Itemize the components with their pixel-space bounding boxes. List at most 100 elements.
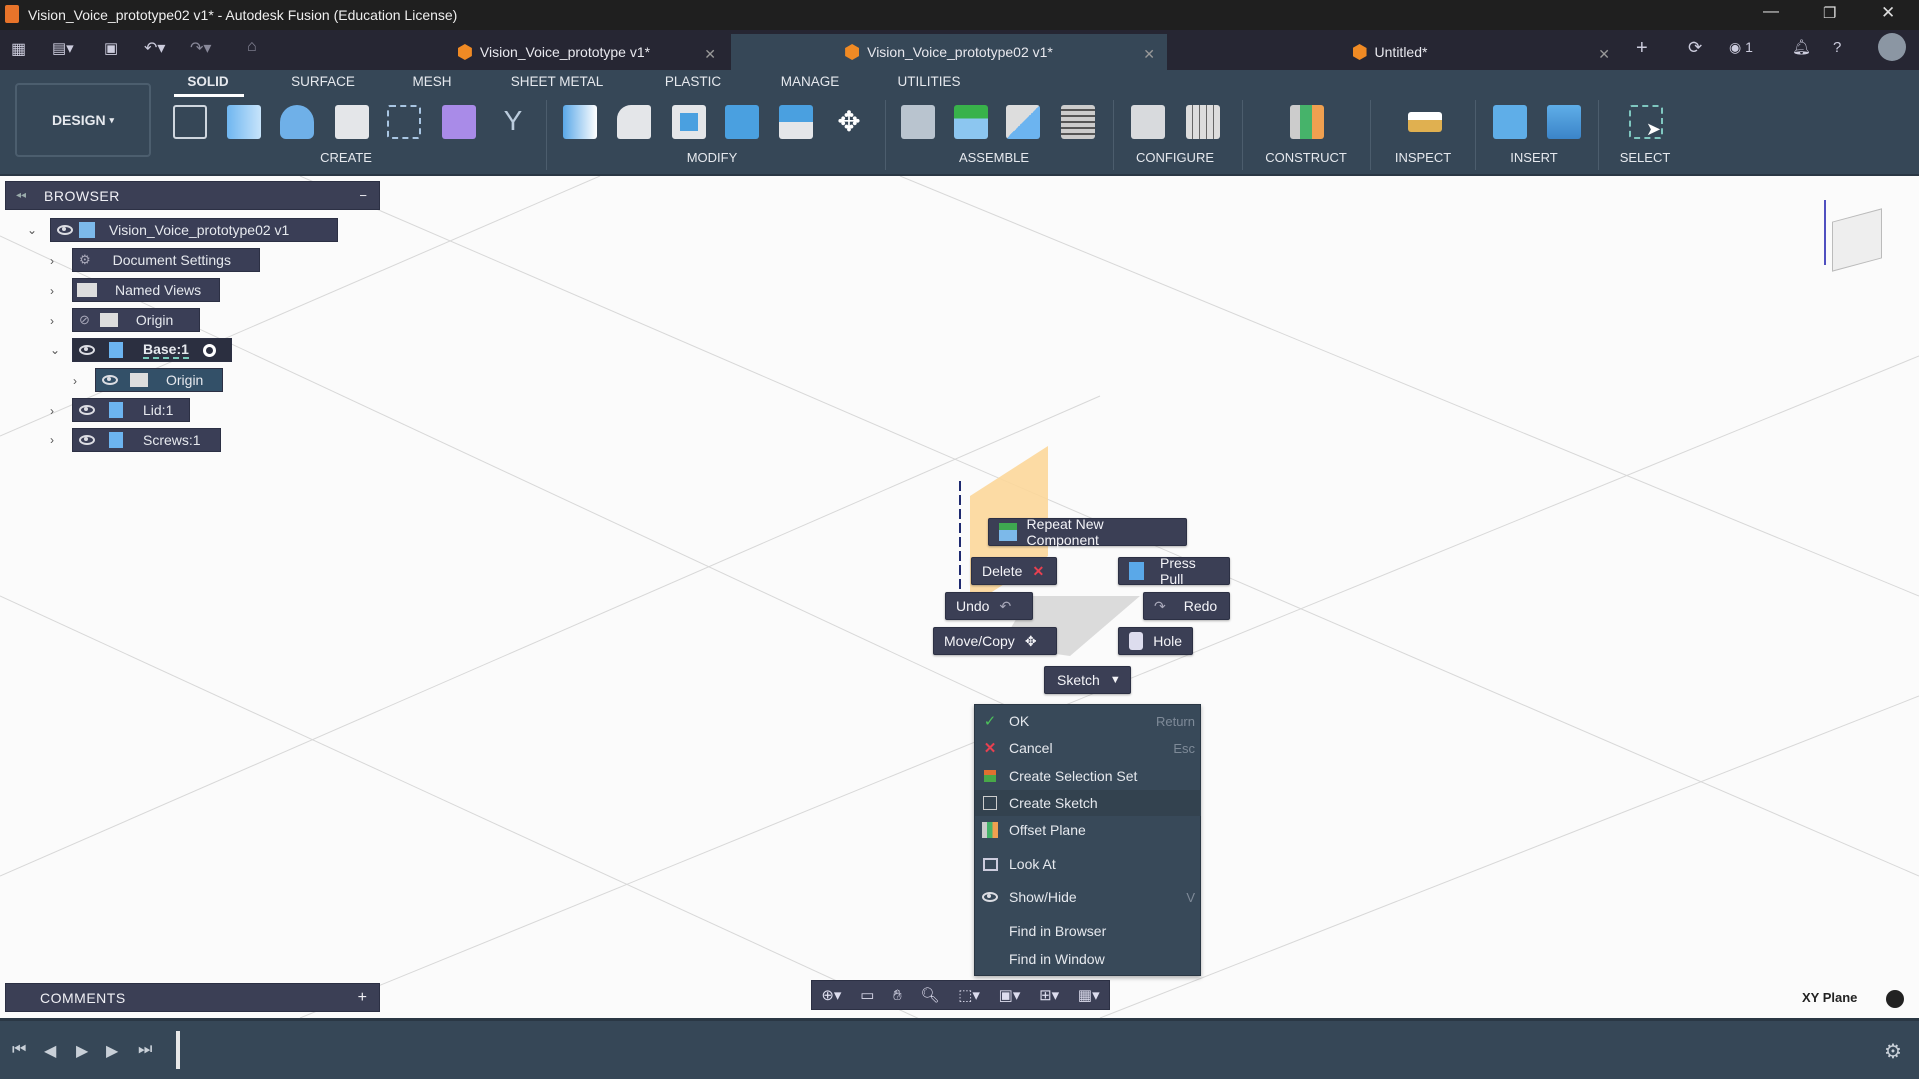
grid-icon[interactable]: ⊞▾ [1039, 986, 1059, 1004]
create-sketch-icon[interactable] [173, 105, 207, 139]
move-icon[interactable]: ✥ [832, 105, 866, 139]
joint-icon[interactable]: Y [496, 105, 530, 139]
view-cube[interactable] [1822, 200, 1892, 280]
zoom-icon[interactable]: 🔍︎ [920, 986, 939, 1004]
hole-icon[interactable] [335, 105, 369, 139]
expand-arrow-icon[interactable]: › [73, 374, 77, 388]
redo-button[interactable]: ↷ Redo [1143, 592, 1230, 620]
orbit-icon[interactable]: ⊕▾ [821, 986, 841, 1004]
tab-manage[interactable]: MANAGE [781, 74, 840, 89]
minimize-browser-icon[interactable]: − [359, 188, 367, 203]
collapse-arrow-icon[interactable]: ⌄ [50, 343, 60, 357]
eye-icon[interactable] [79, 405, 95, 415]
activate-radio-icon[interactable] [202, 343, 216, 357]
expand-arrow-icon[interactable]: › [50, 433, 54, 447]
close-button[interactable]: ✕ [1881, 3, 1895, 23]
tab-plastic[interactable]: PLASTIC [665, 74, 721, 89]
minimize-button[interactable]: — [1763, 3, 1779, 21]
browser-item-base[interactable]: Base:1 [72, 338, 232, 362]
add-comment-icon[interactable]: + [358, 989, 367, 1007]
assemble-menu[interactable]: ASSEMBLE [959, 150, 1029, 165]
modify-menu[interactable]: MODIFY [687, 150, 738, 165]
eye-icon[interactable] [102, 375, 118, 385]
workspace-switcher[interactable]: DESIGN ▾ [15, 83, 151, 157]
inspect-menu[interactable]: INSPECT [1395, 150, 1451, 165]
undo-icon[interactable]: ↶▾ [144, 38, 165, 58]
move-copy-button[interactable]: Move/Copy ✥ [933, 627, 1057, 655]
notifications-icon[interactable]: 🔔︎ [1792, 38, 1811, 56]
close-tab-icon[interactable]: ✕ [1143, 46, 1155, 63]
document-tab-1[interactable]: Vision_Voice_prototype v1* ✕ [380, 34, 728, 70]
display-settings-icon[interactable]: ▣▾ [999, 986, 1021, 1004]
play-icon[interactable]: ▶︎ [76, 1041, 88, 1061]
construct-menu[interactable]: CONSTRUCT [1265, 150, 1347, 165]
select-menu[interactable]: SELECT [1620, 150, 1671, 165]
insert-menu[interactable]: INSERT [1510, 150, 1557, 165]
shell-icon[interactable] [672, 105, 706, 139]
eye-hidden-icon[interactable]: ⊘ [79, 312, 90, 328]
browser-item-named-views[interactable]: Named Views [72, 278, 220, 302]
timeline-marker[interactable] [176, 1031, 180, 1069]
fillet-icon[interactable] [617, 105, 651, 139]
look-at-icon[interactable]: ▭ [860, 986, 874, 1004]
joint-assemble-icon[interactable] [954, 105, 988, 139]
menu-item-find-in-browser[interactable]: Find in Browser [975, 918, 1201, 944]
new-tab-icon[interactable]: + [1636, 37, 1648, 60]
tab-sheet-metal[interactable]: SHEET METAL [511, 74, 604, 89]
eye-icon[interactable] [57, 225, 73, 235]
select-icon[interactable]: ➤ [1629, 105, 1663, 139]
online-users-icon[interactable]: ◉ 1 [1729, 39, 1753, 56]
close-tab-icon[interactable]: ✕ [704, 46, 716, 63]
tab-mesh[interactable]: MESH [412, 74, 451, 89]
expand-arrow-icon[interactable]: › [50, 404, 54, 418]
avatar[interactable] [1878, 33, 1906, 61]
document-tab-3[interactable]: Untitled* ✕ [1170, 34, 1610, 70]
browser-item-document-settings[interactable]: ⚙ Document Settings [72, 248, 260, 272]
step-back-icon[interactable]: ◀︎ [44, 1041, 56, 1061]
menu-item-cancel[interactable]: ✕ Cancel Esc [975, 735, 1201, 761]
browser-item-root[interactable]: Vision_Voice_prototype02 v1 [50, 218, 338, 242]
browser-item-origin[interactable]: ⊘ Origin [72, 308, 200, 332]
insert-mcmaster-icon[interactable] [1493, 105, 1527, 139]
app-grid-icon[interactable]: ▦ [11, 39, 26, 59]
press-pull-button[interactable]: Press Pull [1118, 555, 1230, 587]
offset-plane-icon[interactable] [1290, 105, 1324, 139]
sketch-dropdown-button[interactable]: Sketch ▼ [1044, 666, 1131, 694]
tab-solid[interactable]: SOLID [187, 74, 228, 89]
eye-icon[interactable] [79, 435, 95, 445]
browser-item-base-origin[interactable]: Origin [95, 368, 223, 392]
menu-item-ok[interactable]: ✓ OK Return [975, 708, 1201, 734]
expand-arrow-icon[interactable]: › [50, 284, 54, 298]
split-body-icon[interactable] [779, 105, 813, 139]
create-menu[interactable]: CREATE [320, 150, 372, 165]
tab-utilities[interactable]: UTILITIES [897, 74, 960, 89]
menu-item-show-hide[interactable]: Show/Hide V [975, 884, 1201, 910]
new-component-assemble-icon[interactable] [901, 105, 935, 139]
delete-button[interactable]: Delete ✕ [971, 557, 1057, 585]
save-icon[interactable]: ▣ [104, 39, 118, 57]
tab-surface[interactable]: SURFACE [291, 74, 355, 89]
press-pull-icon[interactable] [563, 105, 597, 139]
timeline-settings-icon[interactable]: ⚙ [1884, 1039, 1902, 1064]
expand-arrow-icon[interactable]: › [50, 254, 54, 268]
hole-button[interactable]: Hole [1118, 627, 1193, 655]
go-to-end-icon[interactable]: ⏭︎ [138, 1041, 152, 1059]
viewports-icon[interactable]: ▦▾ [1078, 986, 1100, 1004]
help-icon[interactable]: ? [1833, 39, 1841, 56]
step-forward-icon[interactable]: ▶︎ [106, 1041, 118, 1061]
undo-button[interactable]: Undo ↶ [945, 592, 1033, 620]
close-tab-icon[interactable]: ✕ [1598, 46, 1610, 63]
document-tab-2[interactable]: Vision_Voice_prototype02 v1* ✕ [731, 34, 1167, 70]
browser-item-lid[interactable]: Lid:1 [72, 398, 190, 422]
menu-item-find-in-window[interactable]: Find in Window [975, 946, 1201, 972]
go-to-start-icon[interactable]: ⏮︎ [12, 1041, 26, 1059]
restore-button[interactable]: ❐ [1823, 4, 1836, 22]
repeat-new-component-button[interactable]: Repeat New Component [988, 516, 1187, 548]
bill-of-materials-icon[interactable] [1061, 105, 1095, 139]
fit-icon[interactable]: ⬚▾ [958, 986, 980, 1004]
job-status-icon[interactable]: ⟳ [1688, 38, 1702, 58]
expand-arrow-icon[interactable]: › [50, 314, 54, 328]
file-menu-icon[interactable]: ▤▾ [52, 39, 74, 57]
browser-item-screws[interactable]: Screws:1 [72, 428, 221, 452]
revolve-icon[interactable] [280, 105, 314, 139]
